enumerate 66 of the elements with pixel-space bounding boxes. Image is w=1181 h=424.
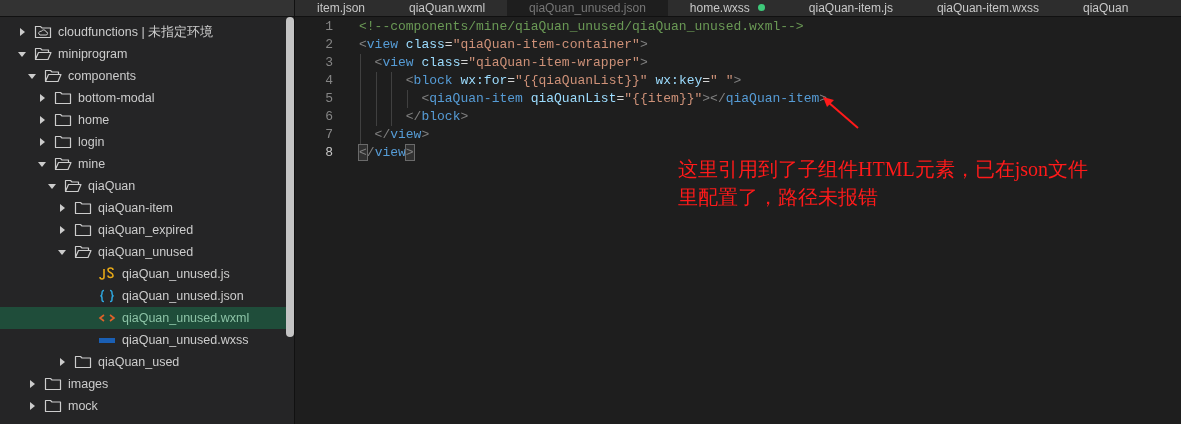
folder-item[interactable]: login (0, 131, 286, 153)
folder-icon (74, 201, 92, 215)
folder-icon (74, 355, 92, 369)
folder-item[interactable]: home (0, 109, 286, 131)
code-line: </block> (404, 108, 469, 126)
folder-icon (44, 377, 62, 391)
folder-item[interactable]: components (0, 65, 286, 87)
code-line: <view class="qiaQuan-item-wrapper"> (373, 54, 648, 72)
caret-right-icon[interactable] (58, 204, 66, 212)
folder-icon (54, 113, 72, 127)
cloud-folder-icon (34, 25, 52, 39)
code-line: </view> (373, 126, 430, 144)
open-folder-icon (54, 157, 72, 171)
code-line: <!--components/mine/qiaQuan_unused/qiaQuan_unused.wxml--> (359, 18, 804, 36)
open-folder-icon (64, 179, 82, 193)
folder-item[interactable]: miniprogram (0, 43, 286, 65)
caret-down-icon[interactable] (48, 182, 56, 190)
folder-item[interactable]: images (0, 373, 286, 395)
caret-right-icon[interactable] (38, 138, 46, 146)
scrollbar-thumb[interactable] (286, 17, 294, 337)
caret-right-icon[interactable] (38, 116, 46, 124)
folder-item[interactable]: qiaQuan_used (0, 351, 286, 373)
js-file-icon (98, 267, 116, 281)
folder-item[interactable]: cloudfunctions | 未指定环境 (0, 21, 286, 43)
open-folder-icon (74, 245, 92, 259)
line-number: 2 (324, 36, 333, 54)
folder-icon (44, 399, 62, 413)
file-item[interactable]: qiaQuan_unused.json (0, 285, 286, 307)
caret-right-icon[interactable] (28, 402, 36, 410)
caret-right-icon[interactable] (18, 28, 26, 36)
caret-right-icon[interactable] (58, 226, 66, 234)
caret-right-icon[interactable] (28, 380, 36, 388)
line-number: 8 (324, 144, 333, 162)
folder-item[interactable]: qiaQuan-item (0, 197, 286, 219)
code-line: <block wx:for="{{qiaQuanList}}" wx:key=" "> (404, 72, 742, 90)
open-folder-icon (44, 69, 62, 83)
folder-icon (54, 135, 72, 149)
file-item[interactable]: qiaQuan_unused.wxml (0, 307, 286, 329)
caret-down-icon[interactable] (58, 248, 66, 256)
caret-down-icon[interactable] (28, 72, 36, 80)
folder-item[interactable]: mock (0, 395, 286, 417)
editor-tab[interactable]: qiaQuan_unused.json (507, 0, 668, 16)
braces-icon (98, 289, 116, 303)
folder-icon (74, 223, 92, 237)
line-number: 4 (324, 72, 333, 90)
folder-item[interactable]: qiaQuan_expired (0, 219, 286, 241)
line-number: 6 (324, 108, 333, 126)
caret-down-icon[interactable] (18, 50, 26, 58)
file-item[interactable]: qiaQuan_unused.wxss (0, 329, 286, 351)
line-number: 3 (324, 54, 333, 72)
caret-down-icon[interactable] (38, 160, 46, 168)
line-number: 1 (324, 18, 333, 36)
line-number: 5 (324, 90, 333, 108)
angle-brackets-icon (98, 311, 116, 325)
caret-right-icon[interactable] (38, 94, 46, 102)
folder-icon (54, 91, 72, 105)
folder-item[interactable]: bottom-modal (0, 87, 286, 109)
folder-item[interactable]: qiaQuan (0, 175, 286, 197)
folder-item[interactable]: qiaQuan_unused (0, 241, 286, 263)
folder-item[interactable]: mine (0, 153, 286, 175)
code-line: <view class="qiaQuan-item-container"> (359, 36, 648, 54)
open-folder-icon (34, 47, 52, 61)
line-number: 7 (324, 126, 333, 144)
caret-right-icon[interactable] (58, 358, 66, 366)
annotation-text: 这里引用到了子组件HTML元素，已在json文件 里配置了，路径未报错 (678, 157, 1088, 210)
file-item[interactable]: qiaQuan_unused.js (0, 263, 286, 285)
